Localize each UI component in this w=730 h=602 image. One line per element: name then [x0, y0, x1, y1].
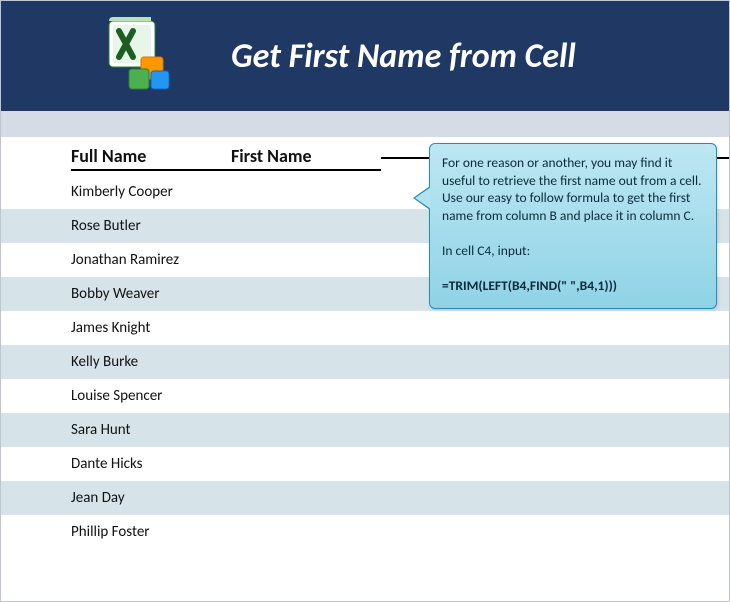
table-row: Dante Hicks — [1, 447, 729, 481]
col-header-full-name: Full Name — [71, 145, 231, 171]
header: Get First Name from Cell — [1, 1, 729, 111]
table-row: Louise Spencer — [1, 379, 729, 413]
cell-full-name: Kelly Burke — [71, 353, 231, 371]
sub-bar — [1, 111, 729, 137]
cell-full-name: Jonathan Ramirez — [71, 251, 231, 269]
cell-full-name: Phillip Foster — [71, 523, 231, 541]
content-area: Full Name First Name Kimberly Cooper Ros… — [1, 137, 729, 549]
cell-full-name: Louise Spencer — [71, 387, 231, 405]
callout-formula: =TRIM(LEFT(B4,FIND(" ",B4,1))) — [442, 277, 704, 295]
cell-full-name: Dante Hicks — [71, 455, 231, 473]
cell-full-name: James Knight — [71, 319, 231, 337]
table-row: Sara Hunt — [1, 413, 729, 447]
table-row: Jean Day — [1, 481, 729, 515]
cell-full-name: Bobby Weaver — [71, 285, 231, 303]
excel-icon — [101, 15, 179, 97]
page-title: Get First Name from Cell — [231, 36, 576, 77]
callout-text-1: For one reason or another, you may find … — [442, 154, 704, 224]
table-row: Phillip Foster — [1, 515, 729, 549]
col-header-first-name: First Name — [231, 145, 381, 171]
table-row: Kelly Burke — [1, 345, 729, 379]
cell-full-name: Kimberly Cooper — [71, 183, 231, 201]
tip-callout: For one reason or another, you may find … — [429, 143, 717, 309]
callout-text-2: In cell C4, input: — [442, 242, 704, 260]
table-row: James Knight — [1, 311, 729, 345]
cell-full-name: Rose Butler — [71, 217, 231, 235]
cell-full-name: Jean Day — [71, 489, 231, 507]
cell-full-name: Sara Hunt — [71, 421, 231, 439]
